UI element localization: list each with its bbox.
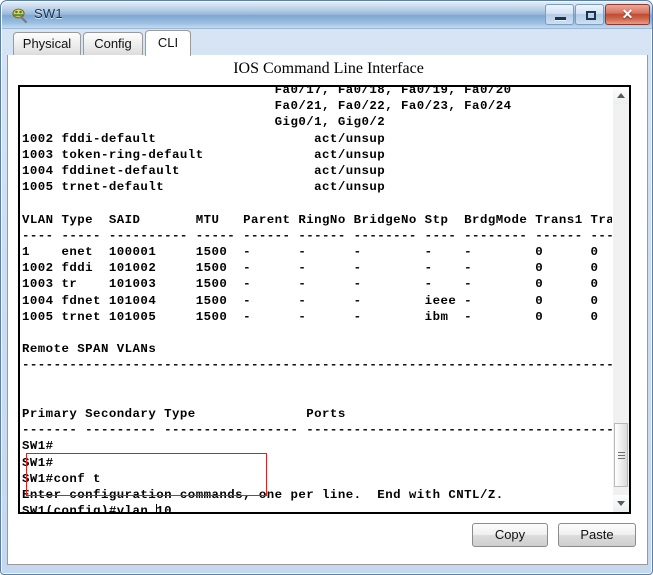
- window-title: SW1: [34, 6, 63, 21]
- window-controls: ✕: [545, 4, 650, 26]
- tab-strip: Physical Config CLI: [7, 30, 648, 56]
- close-button[interactable]: ✕: [605, 4, 650, 25]
- device-window: SW1 ✕ Physical Config CLI IOS Command Li…: [0, 0, 653, 575]
- paste-button[interactable]: Paste: [558, 523, 636, 547]
- minimize-icon: [555, 17, 566, 20]
- tab-config[interactable]: Config: [83, 32, 143, 55]
- scrollbar-thumb[interactable]: [614, 423, 628, 487]
- scroll-down-button[interactable]: [613, 495, 629, 512]
- terminal-scrollbar[interactable]: [612, 87, 629, 512]
- grip-icon: [618, 452, 625, 459]
- minimize-button[interactable]: [545, 4, 574, 25]
- maximize-icon: [586, 11, 596, 20]
- close-icon: ✕: [621, 6, 634, 22]
- maximize-button[interactable]: [575, 4, 604, 25]
- tab-physical[interactable]: Physical: [13, 32, 81, 55]
- terminal-output: Fa0/17, Fa0/18, Fa0/19, Fa0/20 Fa0/21, F…: [22, 85, 631, 514]
- chevron-up-icon: [617, 93, 625, 98]
- title-bar[interactable]: SW1 ✕: [2, 2, 652, 29]
- text-cursor: [156, 504, 157, 512]
- terminal-area[interactable]: Fa0/17, Fa0/18, Fa0/19, Fa0/20 Fa0/21, F…: [18, 85, 631, 514]
- chevron-down-icon: [617, 501, 625, 506]
- tab-cli[interactable]: CLI: [145, 30, 191, 56]
- switch-icon: [12, 8, 28, 24]
- cli-panel: IOS Command Line Interface Fa0/17, Fa0/1…: [7, 55, 648, 565]
- page-title: IOS Command Line Interface: [233, 60, 424, 77]
- copy-button[interactable]: Copy: [472, 523, 548, 547]
- scroll-up-button[interactable]: [613, 87, 629, 104]
